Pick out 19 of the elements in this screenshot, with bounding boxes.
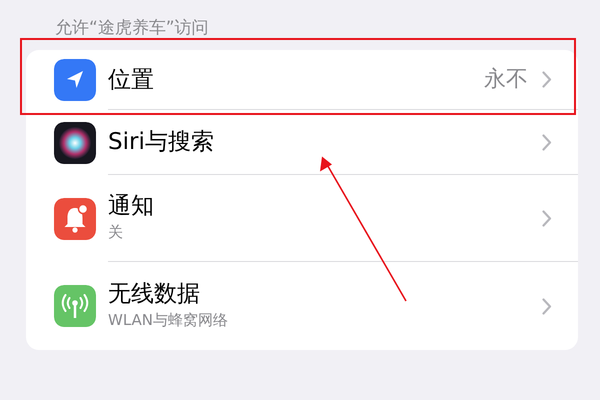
settings-row[interactable]: Siri与搜索 <box>26 110 578 175</box>
chevron-icon <box>542 298 552 314</box>
row-value: 永不 <box>484 66 528 94</box>
row-title: 位置 <box>108 66 154 94</box>
row-title: 通知 <box>108 192 154 220</box>
settings-row[interactable]: 通知 关 <box>26 175 578 262</box>
chevron-icon <box>542 71 552 88</box>
chevron-icon <box>542 134 552 150</box>
section-header: 允许“途虎养车”访问 <box>55 17 209 39</box>
row-title: 无线数据 <box>108 280 200 308</box>
chevron-icon <box>542 210 552 226</box>
row-subtitle: 关 <box>108 222 123 242</box>
antenna-icon <box>54 285 96 327</box>
row-subtitle: WLAN与蜂窝网络 <box>108 310 228 330</box>
settings-row[interactable]: 无线数据 WLAN与蜂窝网络 <box>26 262 578 350</box>
bell-icon <box>54 198 96 240</box>
settings-row[interactable]: 位置 永不 <box>26 50 578 110</box>
orb-icon <box>54 122 96 164</box>
row-title: Siri与搜索 <box>108 128 214 156</box>
